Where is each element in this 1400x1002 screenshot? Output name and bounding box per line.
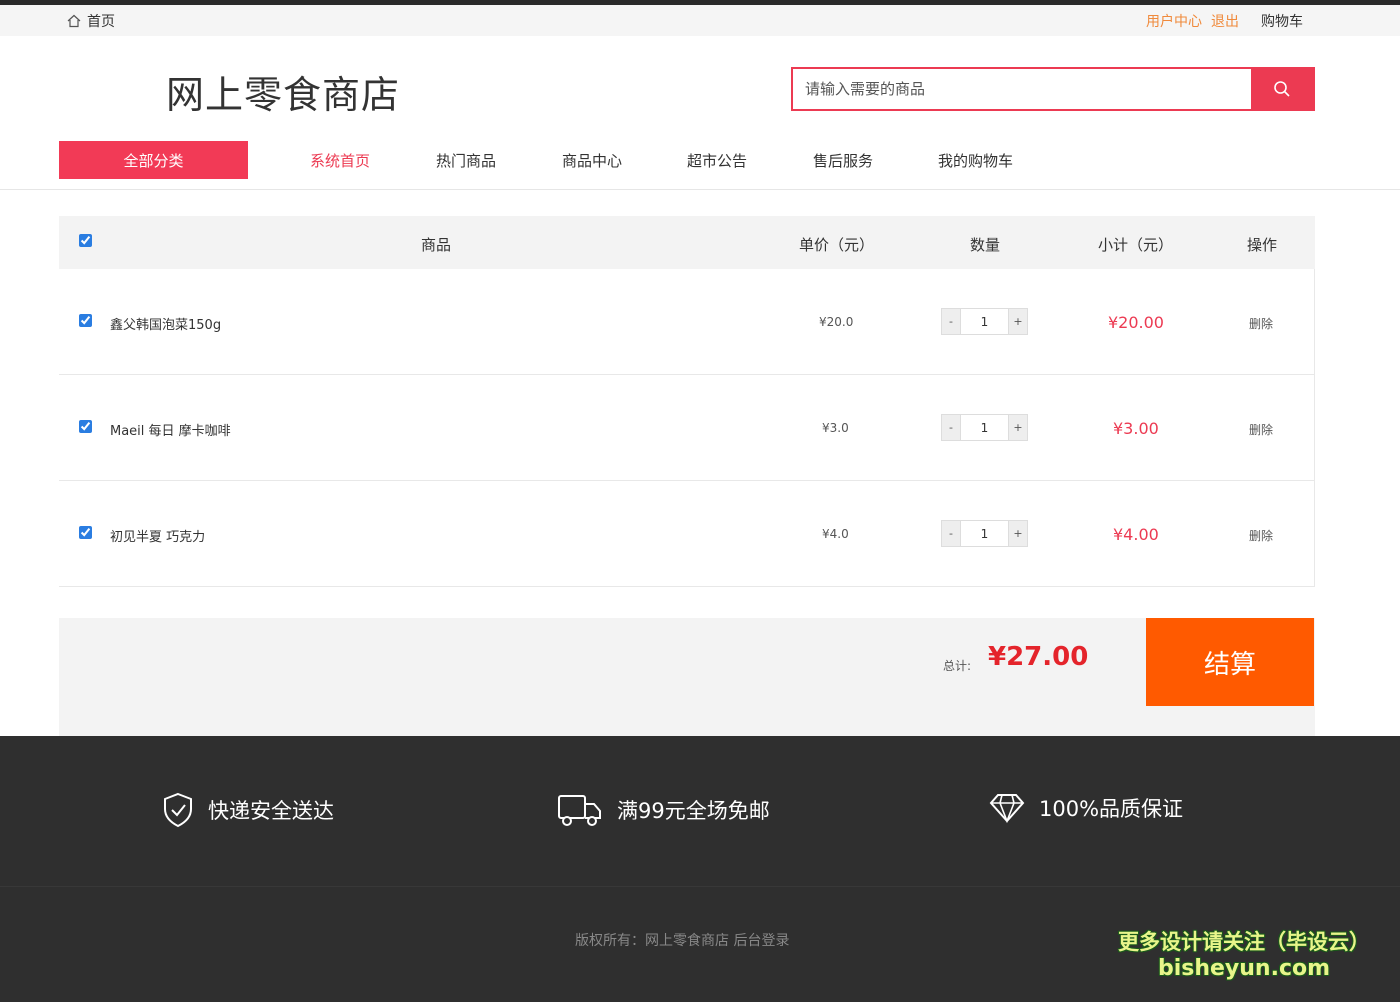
watermark-line1: 更多设计请关注（毕设云） (1118, 930, 1370, 954)
top-bar-links: 用户中心 退出 购物车 (1137, 11, 1303, 31)
home-label: 首页 (87, 14, 115, 30)
quantity-stepper: - + (941, 308, 1028, 335)
nav-after-sales[interactable]: 售后服务 (813, 150, 873, 171)
feature-free-shipping: 满99元全场免邮 (557, 792, 770, 828)
nav-announcements[interactable]: 超市公告 (687, 150, 747, 171)
decrease-button[interactable]: - (942, 521, 960, 546)
copyright-text: 版权所有：网上零食商店 后台登录 (575, 933, 790, 949)
watermark-line2: bisheyun.com (1157, 956, 1331, 981)
row-subtotal: ¥20.00 (1108, 313, 1164, 332)
home-link[interactable]: 首页 (67, 11, 115, 31)
checkout-button[interactable]: 结算 (1146, 618, 1314, 706)
unit-price: ¥20.0 (819, 315, 854, 329)
all-categories-button[interactable]: 全部分类 (59, 141, 248, 179)
watermark: 更多设计请关注（毕设云） bisheyun.com (1118, 926, 1370, 981)
cart-table: 商品 单价（元） 数量 小计（元） 操作 鑫父韩国泡菜150g ¥20.0 - … (59, 216, 1315, 587)
diamond-icon (989, 794, 1025, 824)
footer: 快递安全送达 满99元全场免邮 100%品质保证 版权所有：网上零食商店 后台登… (0, 736, 1400, 1002)
search-icon (1274, 81, 1290, 97)
row-subtotal: ¥3.00 (1113, 419, 1159, 438)
header-action: 操作 (1247, 236, 1278, 254)
total-label: 总计: (943, 659, 972, 673)
logout-link[interactable]: 退出 (1211, 11, 1239, 31)
row-checkbox[interactable] (79, 526, 92, 539)
product-name: 初见半夏 巧克力 (110, 530, 206, 545)
top-bar: 首页 用户中心 退出 购物车 (0, 5, 1400, 36)
decrease-button[interactable]: - (942, 309, 960, 334)
cart-summary: 总计: ¥27.00 结算 (59, 618, 1315, 736)
quantity-input[interactable] (960, 521, 1009, 546)
increase-button[interactable]: + (1009, 415, 1027, 440)
row-checkbox[interactable] (79, 314, 92, 327)
increase-button[interactable]: + (1009, 309, 1027, 334)
delete-button[interactable]: 删除 (1249, 315, 1273, 332)
header-subtotal: 小计（元） (1098, 236, 1174, 254)
nav-hot-products[interactable]: 热门商品 (436, 150, 496, 171)
user-center-link[interactable]: 用户中心 (1146, 11, 1202, 31)
shield-check-icon (164, 792, 192, 828)
header-product: 商品 (421, 236, 452, 254)
select-all-checkbox[interactable] (79, 234, 92, 247)
product-name: Maeil 每日 摩卡咖啡 (110, 424, 231, 439)
nav-my-cart[interactable]: 我的购物车 (938, 150, 1013, 171)
table-header: 商品 单价（元） 数量 小计（元） 操作 (59, 216, 1315, 269)
header-unit-price: 单价（元） (799, 236, 875, 254)
table-row: Maeil 每日 摩卡咖啡 ¥3.0 - + ¥3.00 删除 (59, 375, 1315, 481)
product-name: 鑫父韩国泡菜150g (110, 318, 222, 333)
delete-button[interactable]: 删除 (1249, 527, 1273, 544)
total-amount: ¥27.00 (988, 642, 1089, 672)
home-icon (67, 14, 81, 28)
search-button[interactable] (1251, 69, 1313, 109)
feature-safe-delivery: 快递安全送达 (162, 792, 334, 828)
feature-quality: 100%品质保证 (989, 792, 1183, 824)
table-row: 鑫父韩国泡菜150g ¥20.0 - + ¥20.00 删除 (59, 269, 1315, 375)
row-subtotal: ¥4.00 (1113, 525, 1159, 544)
quantity-stepper: - + (941, 520, 1028, 547)
decrease-button[interactable]: - (942, 415, 960, 440)
quantity-input[interactable] (960, 415, 1009, 440)
row-checkbox[interactable] (79, 420, 92, 433)
truck-icon (558, 795, 601, 826)
footer-divider (0, 886, 1400, 887)
table-row: 初见半夏 巧克力 ¥4.0 - + ¥4.00 删除 (59, 481, 1315, 587)
cart-link[interactable]: 购物车 (1261, 11, 1303, 31)
header-quantity: 数量 (970, 236, 1001, 254)
delete-button[interactable]: 删除 (1249, 421, 1273, 438)
feature-label: 100%品质保证 (1039, 797, 1184, 821)
feature-label: 快递安全送达 (208, 799, 334, 823)
unit-price: ¥4.0 (822, 527, 849, 541)
search-box (791, 67, 1315, 111)
increase-button[interactable]: + (1009, 521, 1027, 546)
nav-product-center[interactable]: 商品中心 (562, 150, 622, 171)
search-input[interactable] (793, 69, 1251, 109)
feature-label: 满99元全场免邮 (617, 799, 770, 823)
quantity-input[interactable] (960, 309, 1009, 334)
main-nav: 全部分类 系统首页 热门商品 商品中心 超市公告 售后服务 我的购物车 (0, 140, 1400, 190)
quantity-stepper: - + (941, 414, 1028, 441)
nav-home[interactable]: 系统首页 (310, 150, 370, 171)
unit-price: ¥3.0 (822, 421, 849, 435)
site-title: 网上零食商店 (166, 73, 401, 117)
